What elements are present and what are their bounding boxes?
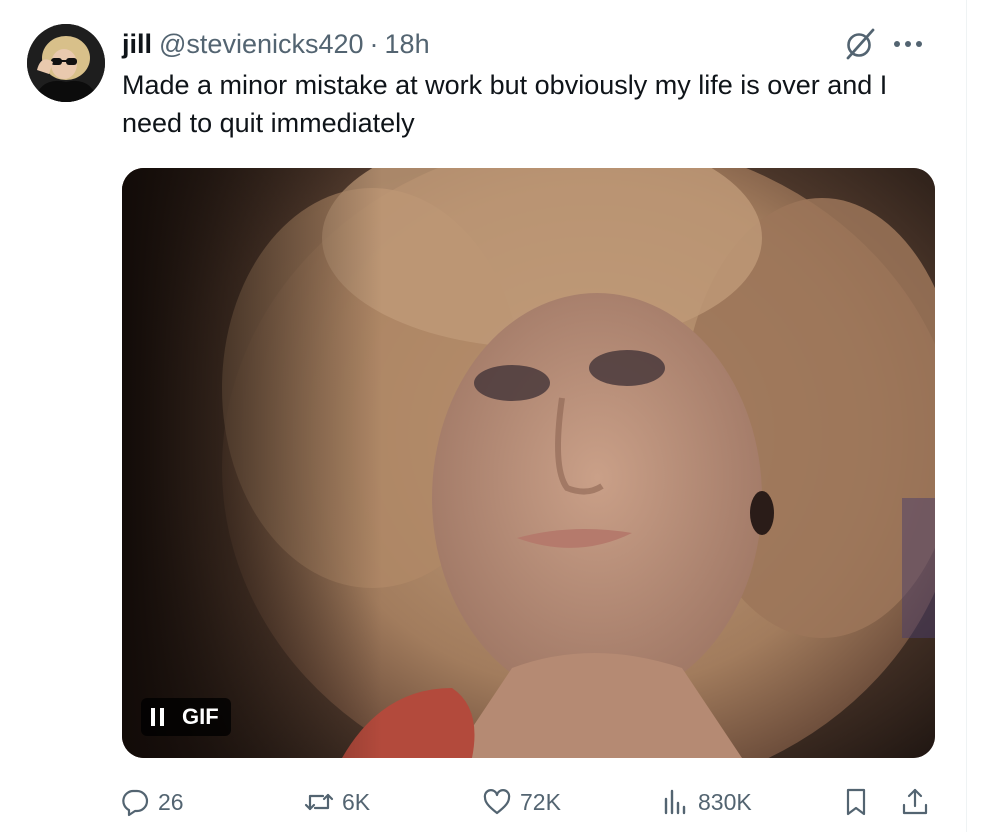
tweet-text: Made a minor mistake at work but obvious… — [122, 70, 888, 138]
views-icon — [664, 789, 686, 815]
grok-icon[interactable] — [843, 27, 877, 61]
gif-label: GIF — [182, 704, 219, 729]
timestamp[interactable]: 18h — [385, 29, 430, 60]
action-bar: 26 6K 72K 830K — [0, 780, 1006, 824]
gif-frame — [122, 168, 935, 758]
bookmark-icon[interactable] — [841, 787, 871, 817]
gif-badge[interactable]: GIF — [141, 698, 231, 736]
author-handle[interactable]: @stevienicks420 — [159, 29, 364, 60]
avatar[interactable] — [27, 24, 105, 102]
avatar-image — [27, 24, 105, 102]
more-icon[interactable] — [890, 30, 926, 58]
separator-dot: · — [369, 28, 379, 59]
like-button[interactable]: 72K — [482, 780, 561, 824]
author-name[interactable]: jill — [122, 29, 152, 60]
views-count: 830K — [698, 788, 752, 815]
reply-icon — [122, 789, 149, 817]
divider — [966, 0, 967, 832]
gif-media[interactable]: GIF — [122, 168, 935, 758]
repost-icon — [304, 793, 334, 811]
reply-button[interactable]: 26 — [120, 780, 184, 824]
pause-icon[interactable] — [151, 707, 164, 727]
tweet-header: jill @stevienicks420 · 18h — [122, 26, 430, 62]
share-icon[interactable] — [900, 787, 930, 817]
like-count: 72K — [520, 788, 561, 815]
tweet-card: jill @stevienicks420 · 18h Made a minor … — [0, 0, 1006, 832]
repost-button[interactable]: 6K — [304, 780, 370, 824]
repost-count: 6K — [342, 788, 371, 815]
views-button[interactable]: 830K — [660, 780, 752, 824]
like-icon — [483, 789, 511, 815]
reply-count: 26 — [158, 788, 184, 815]
